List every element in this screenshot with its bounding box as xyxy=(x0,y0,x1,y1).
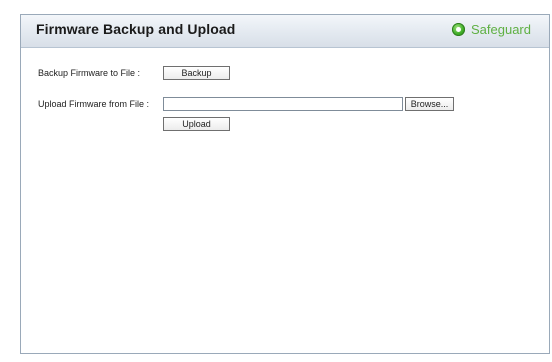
page: Firmware Backup and Upload Safeguard Bac… xyxy=(0,0,552,362)
panel-header: Firmware Backup and Upload Safeguard xyxy=(21,15,549,48)
backup-label: Backup Firmware to File : xyxy=(38,68,141,78)
panel-title: Firmware Backup and Upload xyxy=(36,21,236,37)
firmware-panel: Firmware Backup and Upload Safeguard Bac… xyxy=(20,14,550,354)
safeguard-icon xyxy=(452,23,465,36)
safeguard-label: Safeguard xyxy=(471,22,531,37)
safeguard-indicator: Safeguard xyxy=(452,22,531,37)
upload-label: Upload Firmware from File : xyxy=(38,99,150,109)
upload-button[interactable]: Upload xyxy=(163,117,230,131)
upload-file-input[interactable] xyxy=(163,97,403,111)
browse-button[interactable]: Browse... xyxy=(405,97,454,111)
backup-button[interactable]: Backup xyxy=(163,66,230,80)
